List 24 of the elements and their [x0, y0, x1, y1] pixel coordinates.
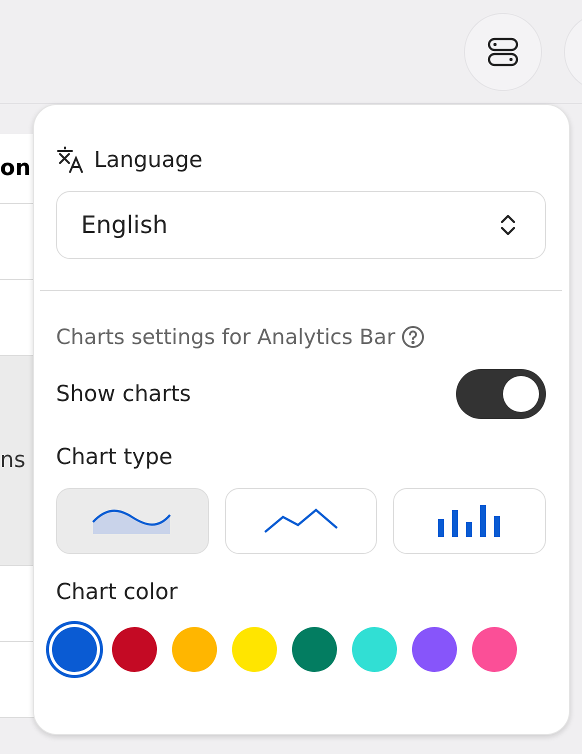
- translate-icon: [56, 145, 86, 175]
- cut-text: ns: [0, 448, 26, 473]
- bar-chart-icon: [438, 505, 502, 537]
- color-swatch[interactable]: [412, 627, 457, 672]
- color-swatch[interactable]: [472, 627, 517, 672]
- chart-type-label: Chart type: [56, 445, 174, 470]
- cut-text: on: [0, 156, 31, 181]
- language-label: Language: [94, 148, 203, 172]
- chart-type-button[interactable]: [393, 488, 546, 554]
- show-charts-label: Show charts: [56, 382, 192, 406]
- color-swatch[interactable]: [352, 627, 397, 672]
- section-title: Charts settings for Analytics Bar: [56, 325, 396, 349]
- color-swatch[interactable]: [112, 627, 157, 672]
- color-swatch[interactable]: [52, 627, 97, 672]
- help-icon: [401, 325, 426, 349]
- language-select[interactable]: English: [56, 191, 546, 259]
- chart-color-label: Chart color: [56, 580, 179, 605]
- color-swatch[interactable]: [292, 627, 337, 672]
- chevron-updown-icon: [499, 213, 517, 237]
- line-chart-icon: [262, 508, 339, 534]
- show-charts-toggle[interactable]: [456, 369, 546, 419]
- chart-type-button[interactable]: [224, 488, 378, 554]
- color-swatch[interactable]: [232, 627, 277, 672]
- color-swatch[interactable]: [172, 627, 217, 672]
